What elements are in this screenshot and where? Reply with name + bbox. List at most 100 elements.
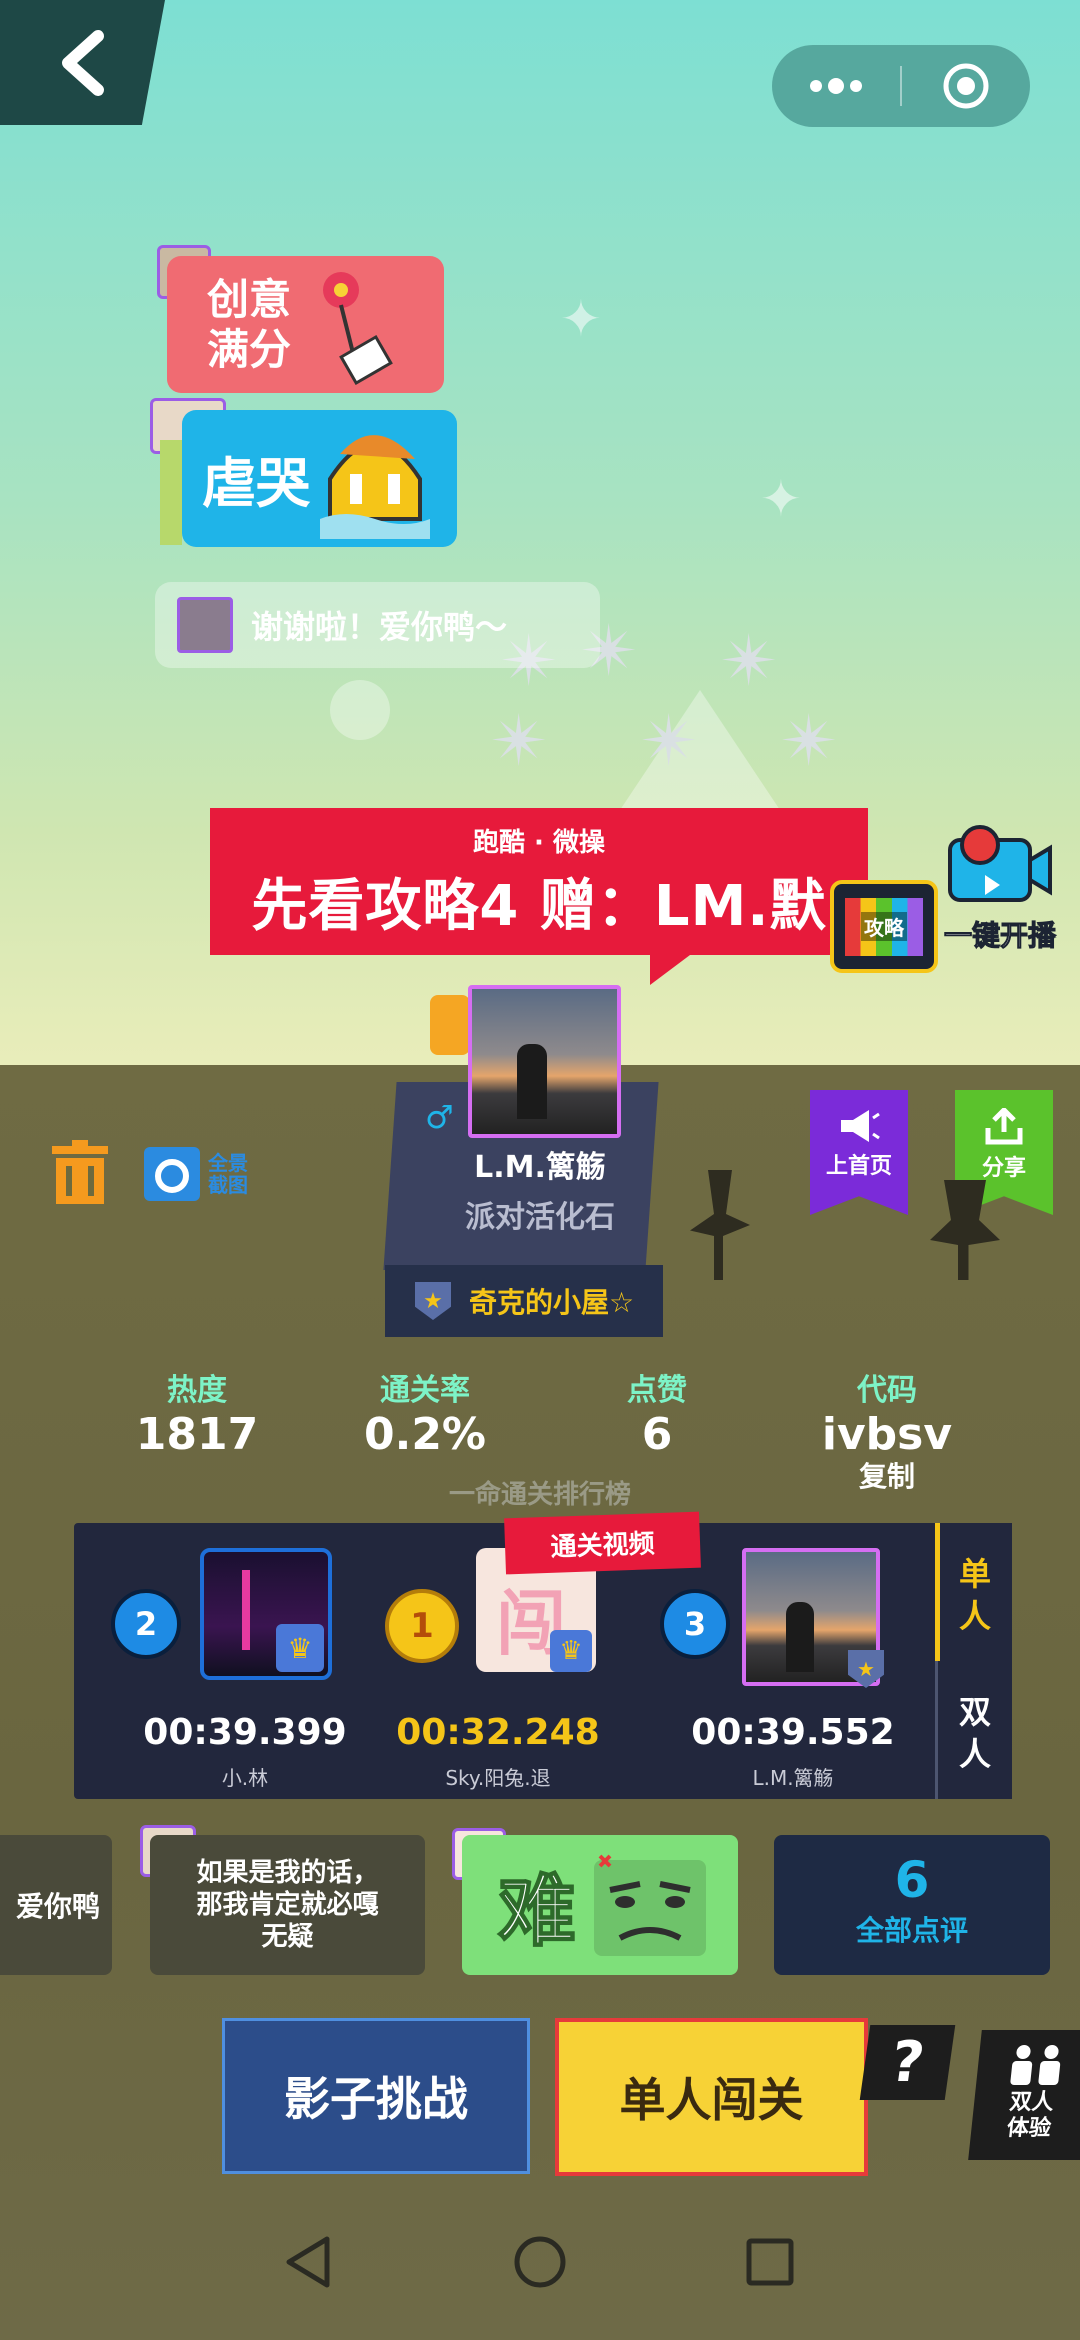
stat-label: 热度 [167, 1373, 227, 1408]
mode-tab-indicator [935, 1523, 940, 1661]
tab-solo[interactable]: 单 人 [938, 1523, 1012, 1661]
stat-code: 代码 ivbsv [787, 1365, 987, 1460]
chevron-left-icon [61, 29, 104, 96]
comment-bubble-thanks: 谢谢啦！爱你鸭～ [155, 582, 600, 668]
club-shield-icon: ★ [415, 1282, 451, 1320]
shuriken-icon: ✴ [490, 700, 549, 782]
silhouette-figure [786, 1602, 814, 1672]
homepage-button[interactable]: 上首页 [810, 1090, 908, 1215]
crown-icon: ♛ [276, 1624, 324, 1672]
solo-play-button[interactable]: 单人闯关 [555, 2018, 868, 2176]
rank-badge: 3 [660, 1589, 730, 1659]
target-circle-icon [943, 63, 989, 109]
review-card[interactable]: 爱你鸭 [0, 1835, 112, 1975]
leaderboard-title: 一命通关排行榜 [448, 1480, 631, 1510]
review-text: 如果是我的话， 那我肯定就必嘎 无疑 [196, 1858, 379, 1952]
stat-value: 6 [641, 1409, 673, 1460]
megaphone-icon [841, 1110, 880, 1142]
nav-back-icon[interactable] [283, 2235, 333, 2289]
video-camera-icon [948, 825, 1052, 902]
review-count: 6 [894, 1851, 930, 1909]
broadcast-label: 一键开播 [943, 919, 1056, 953]
close-miniprogram-button[interactable] [902, 45, 1030, 127]
camera-icon [144, 1147, 200, 1201]
shuriken-icon: ✴ [720, 620, 779, 702]
system-navigation-bar [0, 2195, 1080, 2340]
rank-badge: 2 [111, 1589, 181, 1659]
comment-bubble-sad: 虐哭 [182, 410, 457, 547]
help-button[interactable]: ? [859, 2025, 956, 2100]
stat-label: 通关率 [380, 1373, 470, 1408]
club-badge[interactable]: ★ 奇克的小屋☆ [385, 1265, 663, 1337]
rank-time: 00:39.552 [691, 1712, 895, 1753]
panorama-label: 全景 截图 [208, 1151, 248, 1197]
profile-name: L.M.篱觞 [474, 1150, 606, 1185]
homepage-label: 上首页 [825, 1154, 892, 1179]
review-text: 爱你鸭 [15, 1890, 100, 1923]
shuriken-icon: ✴ [780, 700, 839, 782]
male-gender-icon: ♂ [425, 1098, 454, 1136]
more-options-button[interactable] [772, 45, 900, 127]
comment-bubble-creative: 创意 满分 [167, 256, 444, 393]
stat-value: ivbsv [821, 1409, 953, 1460]
nav-recents-icon[interactable] [745, 2237, 795, 2287]
profile-avatar[interactable] [468, 985, 621, 1138]
share-icon [985, 1106, 1023, 1145]
background-star: ✦ [760, 470, 802, 528]
background-star: ✦ [560, 290, 602, 348]
mode-tab-bar: 单 人 双 人 [935, 1523, 1012, 1799]
tab-duo[interactable]: 双 人 [938, 1661, 1012, 1775]
guide-button[interactable]: 攻略 [830, 880, 938, 973]
duo-trial-label: 双人 体验 [1005, 2090, 1056, 2141]
all-reviews-button[interactable]: 6 全部点评 [774, 1835, 1050, 1975]
duo-trial-button[interactable]: 双人 体验 [968, 2030, 1080, 2160]
shield-star-icon: ★ [848, 1650, 884, 1688]
background-dot [330, 680, 390, 740]
banner-subtitle: 跑酷 · 微操 [473, 828, 605, 858]
tower-shape [242, 1570, 250, 1650]
nav-home-icon[interactable] [513, 2235, 567, 2289]
frustrated-face-icon [594, 1854, 707, 1956]
all-reviews-label: 全部点评 [855, 1914, 968, 1947]
player-avatar[interactable]: ★ [742, 1548, 884, 1688]
silhouette-figure [517, 1044, 547, 1119]
comment-text: 谢谢啦！爱你鸭～ [251, 608, 508, 646]
shuriken-icon: ✴ [640, 700, 699, 782]
rank-player-name[interactable]: Sky.阳兔.退 [378, 1762, 618, 1791]
banner-tail [650, 955, 690, 985]
two-people-icon [1009, 2045, 1060, 2085]
review-card-hard[interactable]: 难 [462, 1835, 738, 1975]
stat-value: 1817 [135, 1409, 259, 1460]
banner-title: 先看攻略4 赠：LM.默 [251, 874, 827, 939]
rank-time: 00:39.399 [143, 1712, 347, 1753]
rank-time: 00:32.248 [396, 1712, 600, 1753]
trophy-icon: ♛ [550, 1630, 592, 1672]
rank-player-name[interactable]: L.M.篱觞 [673, 1762, 913, 1791]
broadcast-button[interactable]: 一键开播 [930, 820, 1070, 960]
panorama-screenshot-button[interactable]: 全景 截图 [142, 1145, 248, 1203]
review-text: 难 [497, 1866, 577, 1958]
club-name: 奇克的小屋☆ [469, 1286, 635, 1319]
trash-icon [52, 1140, 108, 1204]
flower-icon [323, 271, 393, 385]
comment-text: 虐哭 [202, 452, 310, 515]
stat-clear-rate: 通关率 0.2% [325, 1365, 525, 1460]
stat-value: 0.2% [363, 1409, 487, 1460]
star-icon: ★ [423, 1288, 443, 1314]
character-icon [430, 995, 470, 1055]
share-label: 分享 [981, 1156, 1026, 1181]
rank-badge-first: 1 [385, 1589, 459, 1663]
clear-video-button[interactable]: 通关视频 [504, 1511, 701, 1575]
profile-title: 派对活化石 [465, 1200, 615, 1235]
rank-player-name[interactable]: 小.林 [125, 1762, 365, 1791]
guide-banner[interactable]: 跑酷 · 微操 先看攻略4 赠：LM.默 [210, 808, 868, 955]
player-avatar[interactable]: ♛ [200, 1548, 332, 1680]
crying-face-icon [320, 434, 430, 539]
shadow-challenge-button[interactable]: 影子挑战 [222, 2018, 530, 2174]
delete-button[interactable] [50, 1140, 110, 1206]
comment-text: 创意 满分 [207, 274, 292, 374]
copy-code-button[interactable]: 复制 [787, 1455, 987, 1495]
guide-label: 攻略 [861, 912, 907, 941]
review-card[interactable]: 如果是我的话， 那我肯定就必嘎 无疑 [150, 1835, 425, 1975]
back-button[interactable] [0, 0, 165, 125]
